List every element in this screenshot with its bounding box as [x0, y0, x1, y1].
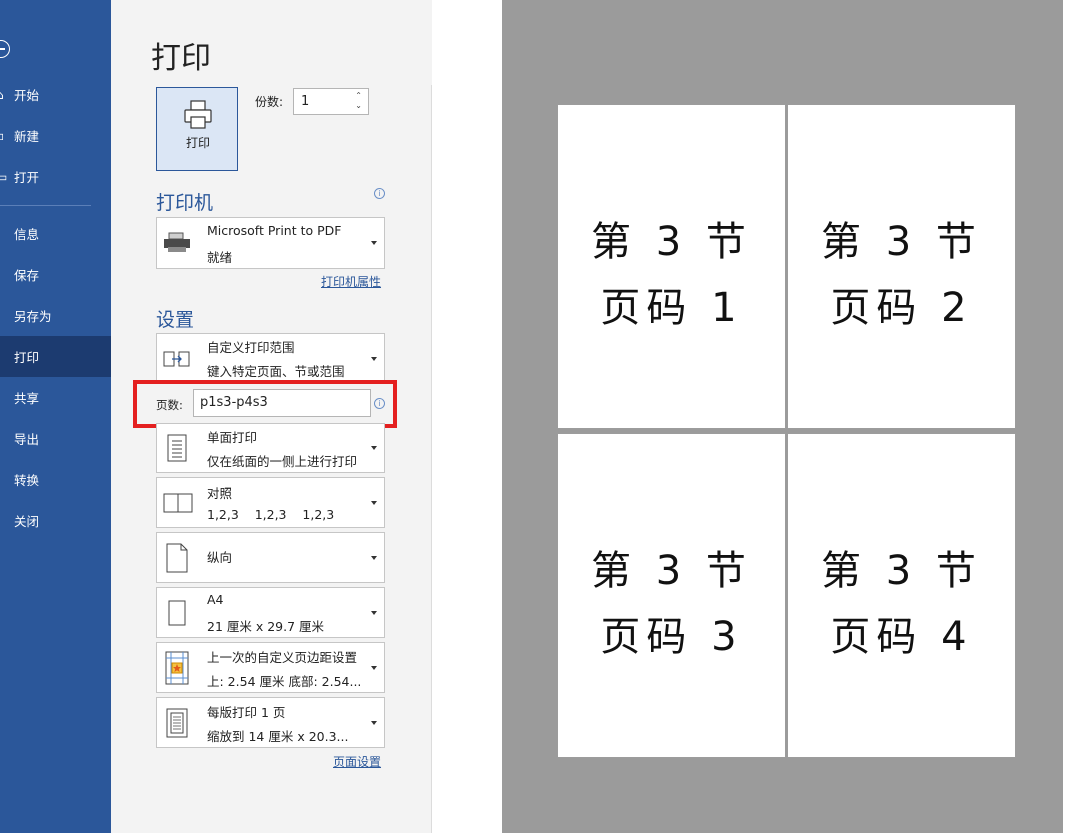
nav-item-home[interactable]: ⌂ 开始 [0, 74, 111, 115]
highlight-annotation [133, 380, 397, 428]
paper-size-select[interactable]: A4 21 厘米 x 29.7 厘米 [156, 587, 385, 638]
nav-item-save[interactable]: 保存 [0, 254, 111, 295]
printer-select[interactable]: Microsoft Print to PDF 就绪 [156, 217, 385, 269]
printer-device-icon [164, 232, 190, 252]
panel-divider [431, 85, 432, 833]
nav-item-new[interactable]: ▫ 新建 [0, 115, 111, 156]
printer-properties-link[interactable]: 打印机属性 [321, 273, 381, 290]
single-sided-icon [167, 434, 187, 462]
page-per-sheet-icon [166, 708, 188, 737]
chevron-down-icon [371, 555, 377, 560]
chevron-down-icon [371, 446, 377, 450]
printer-heading: 打印机 [156, 192, 214, 214]
preview-page: 第 3 节 页码 4 [787, 433, 1016, 758]
home-icon: ⌂ [0, 88, 10, 102]
custom-range-icon [163, 351, 190, 366]
page-setup-link[interactable]: 页面设置 [333, 753, 381, 770]
open-folder-icon: ▭ [0, 169, 8, 184]
nav-item-export[interactable]: 导出 [0, 418, 111, 459]
preview-page: 第 3 节 页码 2 [787, 104, 1016, 429]
chevron-down-icon [371, 241, 377, 245]
back-arrow-icon[interactable] [0, 40, 10, 58]
info-icon[interactable]: i [374, 188, 385, 199]
margins-icon [165, 651, 189, 684]
chevron-down-icon [371, 720, 377, 725]
stepper-arrows-icon[interactable]: ⌃ ⌄ [355, 91, 362, 111]
page-title: 打印 [151, 41, 211, 76]
copies-stepper[interactable]: 1 ⌃ ⌄ [293, 88, 369, 115]
paper-icon [168, 600, 186, 625]
printer-icon [184, 100, 212, 129]
portrait-icon [166, 543, 188, 572]
nav-item-close[interactable]: 关闭 [0, 500, 111, 541]
preview-page: 第 3 节 页码 1 [557, 104, 786, 429]
orientation-select[interactable]: 纵向 [156, 532, 385, 583]
collate-select[interactable]: 对照 1,2,3 1,2,3 1,2,3 [156, 477, 385, 528]
margins-select[interactable]: 上一次的自定义页边距设置 上: 2.54 厘米 底部: 2.54... [156, 642, 385, 693]
print-button[interactable]: 打印 [156, 87, 238, 171]
chevron-down-icon [371, 500, 377, 505]
preview-page: 第 3 节 页码 3 [557, 433, 786, 758]
preview-sheet: 第 3 节 页码 1 第 3 节 页码 2 第 3 节 页码 3 第 3 节 页… [557, 104, 1017, 758]
nav-item-convert[interactable]: 转换 [0, 459, 111, 500]
nav-item-print[interactable]: 打印 [0, 336, 111, 377]
sides-select[interactable]: 单面打印 仅在纸面的一侧上进行打印 [156, 423, 385, 473]
copies-label: 份数: [255, 95, 284, 109]
settings-heading: 设置 [156, 309, 195, 331]
new-doc-icon: ▫ [0, 128, 5, 143]
pages-per-sheet-select[interactable]: 每版打印 1 页 缩放到 14 厘米 x 20.3... [156, 697, 385, 748]
backstage-nav: ⌂ 开始 ▫ 新建 ▭ 打开 信息 保存 另存为 打印 共享 导出 转换 关闭 [0, 0, 111, 833]
nav-item-open[interactable]: ▭ 打开 [0, 156, 111, 197]
chevron-down-icon [371, 610, 377, 615]
nav-item-save-as[interactable]: 另存为 [0, 295, 111, 336]
chevron-down-icon [371, 356, 377, 361]
nav-item-share[interactable]: 共享 [0, 377, 111, 418]
chevron-down-icon [371, 665, 377, 670]
nav-item-info[interactable]: 信息 [0, 213, 111, 254]
print-range-select[interactable]: 自定义打印范围 键入特定页面、节或范围 [156, 333, 385, 384]
collate-icon [163, 493, 193, 512]
nav-separator [0, 205, 91, 206]
